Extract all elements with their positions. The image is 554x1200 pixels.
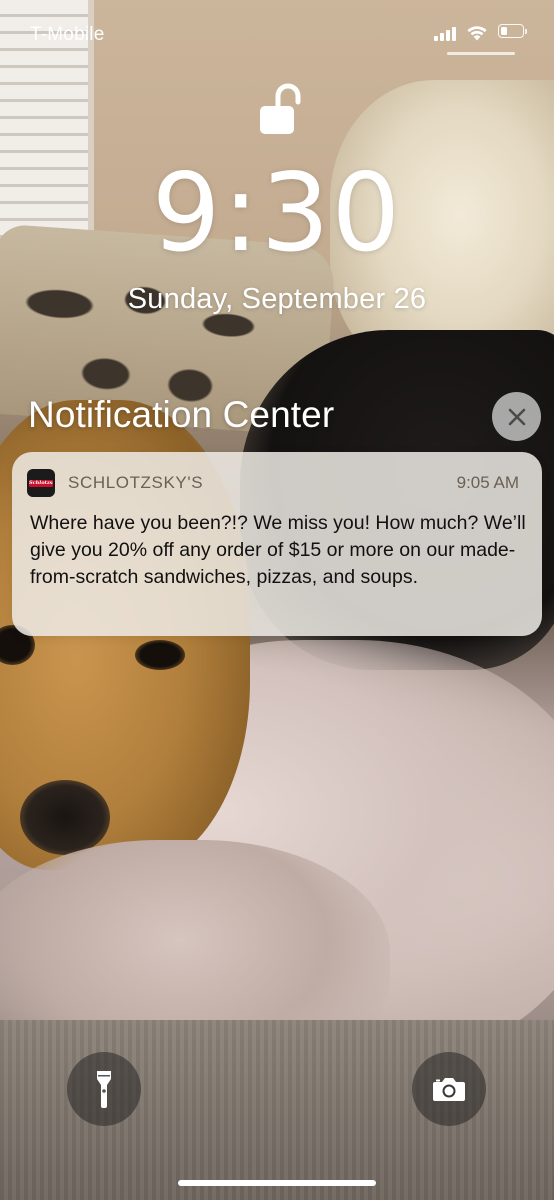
flashlight-button[interactable]: [67, 1052, 141, 1126]
notification-body: Where have you been?!? We miss you! How …: [30, 512, 526, 588]
camera-icon: [433, 1078, 465, 1101]
lock-screen: T-Mobile 9:30 Sunday, September 26 Notif…: [0, 0, 554, 1200]
wifi-icon: [466, 24, 488, 46]
cellular-signal-icon: [434, 27, 458, 41]
battery-icon: [498, 24, 528, 40]
app-icon-logo-text: Schlotzsky's: [29, 479, 53, 487]
wallpaper-dog-nose: [20, 780, 110, 855]
unlocked-padlock-icon: [256, 80, 314, 143]
schlotzskys-app-icon: Schlotzsky's: [27, 469, 55, 497]
notification-app-name: SCHLOTZSKY'S: [68, 473, 204, 492]
camera-button[interactable]: [412, 1052, 486, 1126]
clear-notifications-button[interactable]: [492, 392, 541, 441]
notification-time: 9:05 AM: [456, 473, 519, 492]
home-indicator[interactable]: [178, 1180, 376, 1186]
notification-center-title: Notification Center: [28, 394, 335, 435]
status-bar: T-Mobile: [0, 0, 554, 60]
close-icon: [508, 408, 525, 425]
lock-screen-time: 9:30: [151, 151, 403, 276]
flashlight-icon: [97, 1071, 111, 1108]
notification-card[interactable]: Schlotzsky's SCHLOTZSKY'S 9:05 AM Where …: [12, 452, 542, 636]
lock-screen-date: Sunday, September 26: [127, 283, 427, 315]
control-center-grabber[interactable]: [447, 52, 515, 55]
wallpaper-dog-eye: [135, 640, 185, 670]
carrier-name: T-Mobile: [30, 24, 105, 45]
